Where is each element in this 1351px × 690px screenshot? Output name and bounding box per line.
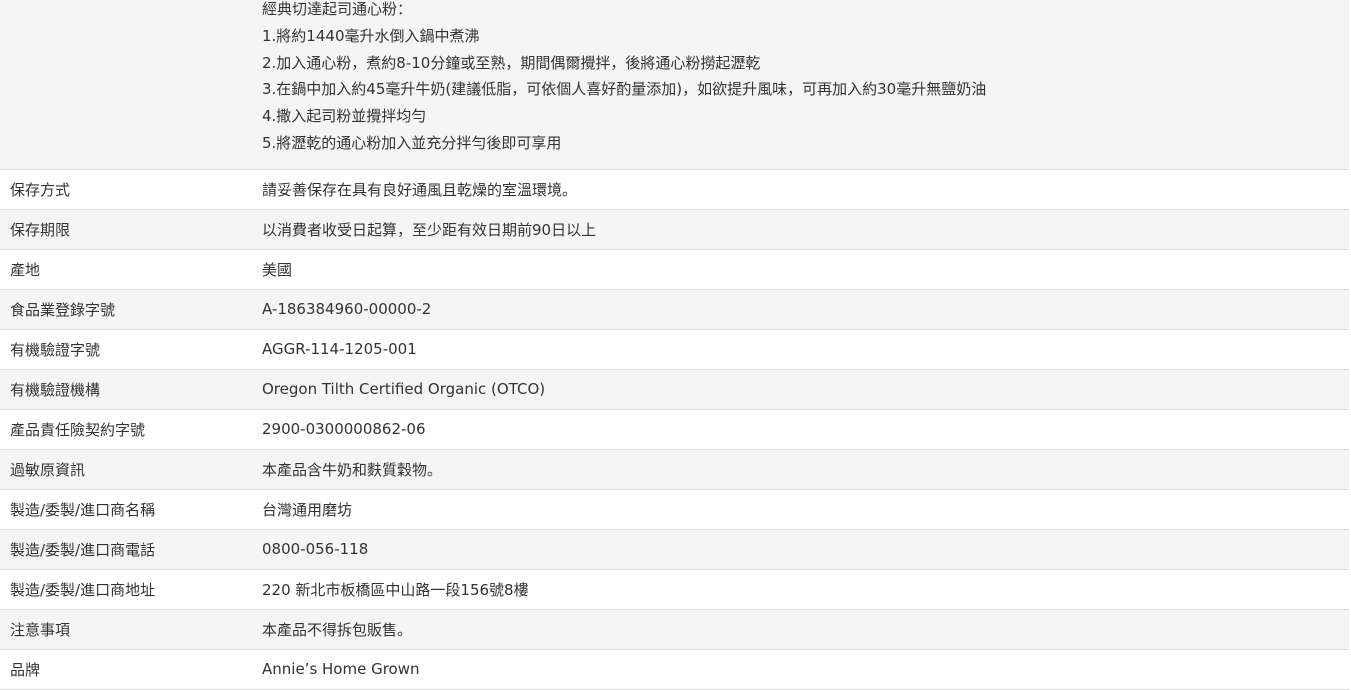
- spec-value: Oregon Tilth Certified Organic (OTCO): [262, 380, 546, 398]
- recipe-step: 4.撒入起司粉並攪拌均勻: [262, 107, 427, 126]
- spec-row-notes: 注意事項 本產品不得拆包販售。: [0, 609, 1349, 649]
- recipe-step: 2.加入通心粉，煮約8-10分鐘或至熟，期間偶爾攪拌，後將通心粉撈起瀝乾: [262, 53, 761, 72]
- spec-label: 品牌: [10, 660, 41, 679]
- spec-label: 食品業登錄字號: [10, 300, 116, 319]
- spec-label: 製造/委製/進口商電話: [10, 540, 156, 559]
- spec-value: 美國: [262, 260, 293, 279]
- spec-row-importer-name: 製造/委製/進口商名稱 台灣通用磨坊: [0, 489, 1349, 529]
- spec-label: 保存期限: [10, 220, 71, 239]
- spec-label: 有機驗證機構: [10, 380, 101, 399]
- spec-value: 請妥善保存在具有良好通風且乾燥的室溫環境。: [262, 180, 578, 199]
- spec-row-shelf-life: 保存期限 以消費者收受日起算，至少距有效日期前90日以上: [0, 209, 1349, 249]
- spec-label: 製造/委製/進口商名稱: [10, 500, 156, 519]
- recipe-label-cell: [0, 0, 262, 169]
- spec-label: 保存方式: [10, 180, 71, 199]
- spec-value: 本產品含牛奶和麩質穀物。: [262, 460, 443, 479]
- recipe-step: 5.將瀝乾的通心粉加入並充分拌勻後即可享用: [262, 133, 562, 152]
- spec-label: 有機驗證字號: [10, 340, 101, 359]
- recipe-row: 經典切達起司通心粉： 1.將約1440毫升水倒入鍋中煮沸 2.加入通心粉，煮約8…: [0, 0, 1349, 169]
- spec-row-food-registration: 食品業登錄字號 A-186384960-00000-2: [0, 289, 1349, 329]
- spec-row-liability-insurance: 產品責任險契約字號 2900-0300000862-06: [0, 409, 1349, 449]
- spec-row-importer-phone: 製造/委製/進口商電話 0800-056-118: [0, 529, 1349, 569]
- spec-row-brand: 品牌 Annie’s Home Grown: [0, 649, 1349, 689]
- spec-value: 以消費者收受日起算，至少距有效日期前90日以上: [262, 220, 597, 239]
- spec-label: 過敏原資訊: [10, 460, 86, 479]
- recipe-title: 經典切達起司通心粉：: [262, 0, 413, 18]
- spec-label: 產品責任險契約字號: [10, 420, 146, 439]
- spec-label: 注意事項: [10, 620, 71, 639]
- spec-value: 0800-056-118: [262, 540, 369, 558]
- spec-row-allergen: 過敏原資訊 本產品含牛奶和麩質穀物。: [0, 449, 1349, 489]
- spec-row-organic-cert-body: 有機驗證機構 Oregon Tilth Certified Organic (O…: [0, 369, 1349, 409]
- spec-label: 製造/委製/進口商地址: [10, 580, 156, 599]
- spec-value: A-186384960-00000-2: [262, 300, 432, 318]
- spec-row-organic-cert-number: 有機驗證字號 AGGR-114-1205-001: [0, 329, 1349, 369]
- spec-label: 產地: [10, 260, 41, 279]
- product-spec-table: 經典切達起司通心粉： 1.將約1440毫升水倒入鍋中煮沸 2.加入通心粉，煮約8…: [0, 0, 1349, 690]
- spec-row-importer-address: 製造/委製/進口商地址 220 新北市板橋區中山路一段156號8樓: [0, 569, 1349, 609]
- spec-value: AGGR-114-1205-001: [262, 340, 417, 358]
- recipe-step: 3.在鍋中加入約45毫升牛奶(建議低脂，可依個人喜好酌量添加)，如欲提升風味，可…: [262, 80, 987, 99]
- recipe-value-cell: 經典切達起司通心粉： 1.將約1440毫升水倒入鍋中煮沸 2.加入通心粉，煮約8…: [262, 0, 1349, 169]
- recipe-step: 1.將約1440毫升水倒入鍋中煮沸: [262, 26, 480, 45]
- spec-row-storage-method: 保存方式 請妥善保存在具有良好通風且乾燥的室溫環境。: [0, 169, 1349, 209]
- spec-row-origin: 產地 美國: [0, 249, 1349, 289]
- spec-value: 台灣通用磨坊: [262, 500, 353, 519]
- spec-value: 本產品不得拆包販售。: [262, 620, 413, 639]
- spec-value: 220 新北市板橋區中山路一段156號8樓: [262, 580, 529, 599]
- spec-value: Annie’s Home Grown: [262, 660, 420, 678]
- spec-value: 2900-0300000862-06: [262, 420, 426, 438]
